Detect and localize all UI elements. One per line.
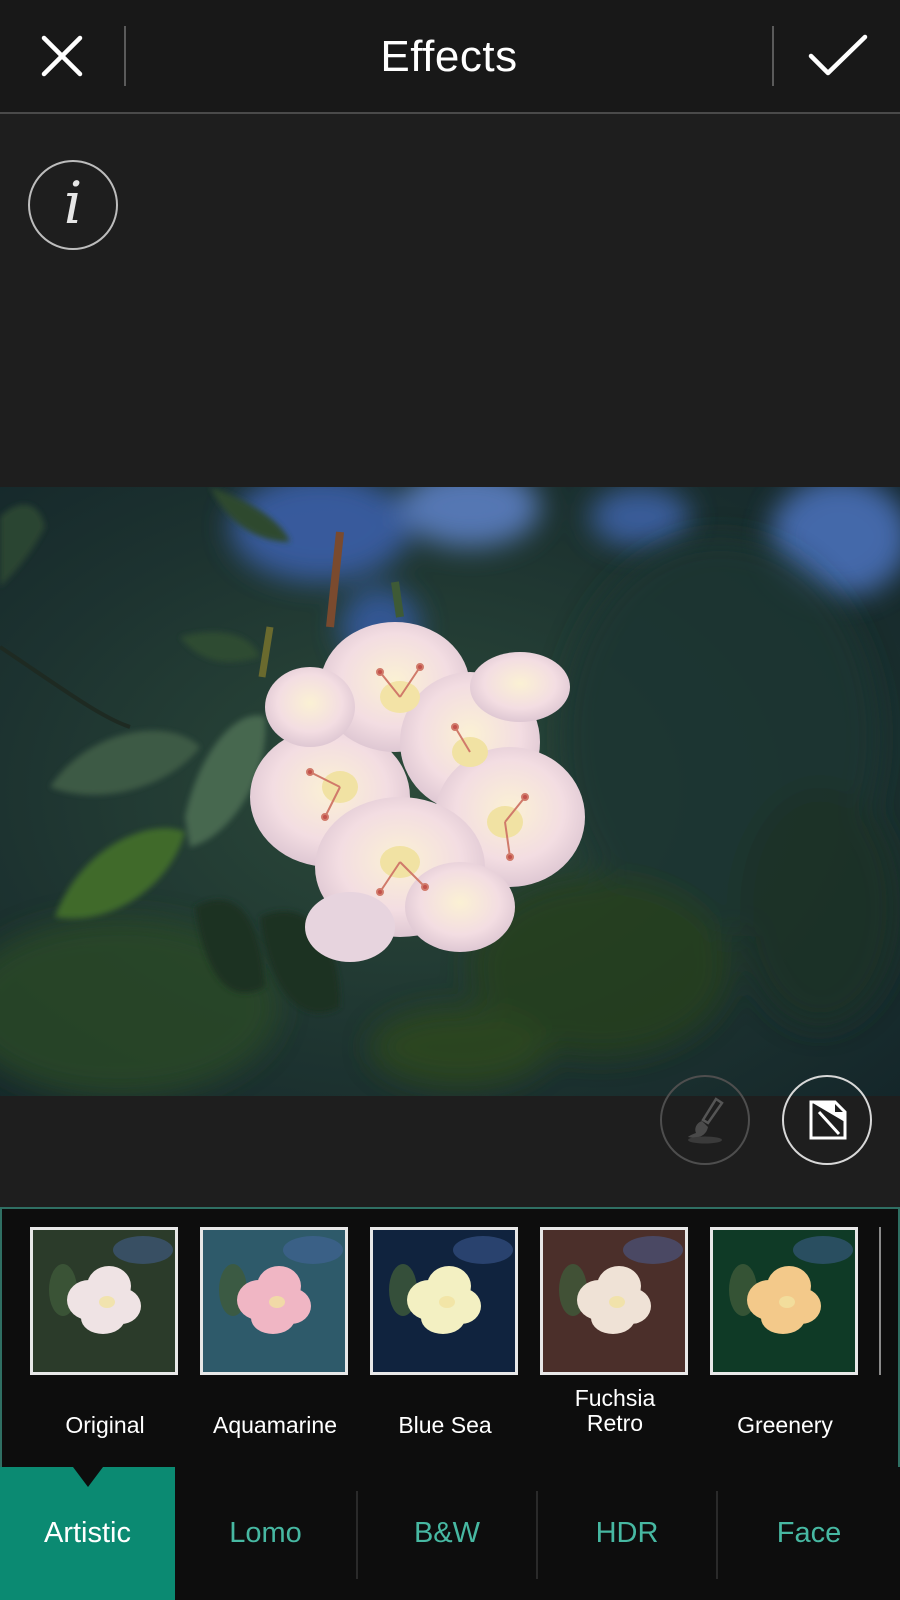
tab-bw[interactable]: B&W — [358, 1467, 536, 1600]
effects-strip: Original Aquamarine Blue Sea Fuchsia Retro G… — [0, 1207, 900, 1468]
effect-label: Blue Sea — [398, 1411, 492, 1438]
apply-button[interactable] — [796, 16, 880, 96]
info-button[interactable]: i — [28, 160, 118, 250]
tab-lomo[interactable]: Lomo — [175, 1467, 356, 1600]
effect-label: Greenery — [737, 1411, 833, 1438]
effect-label: Aquamarine — [212, 1411, 338, 1438]
effect-thumbnail[interactable] — [540, 1227, 688, 1375]
effect-thumbnail[interactable] — [710, 1227, 858, 1375]
photo-preview[interactable] — [0, 487, 900, 1096]
compare-button[interactable] — [782, 1075, 872, 1165]
effect-thumbnail[interactable] — [200, 1227, 348, 1375]
effect-item[interactable]: Blue Sea — [370, 1227, 520, 1451]
effect-thumbnail[interactable] — [30, 1227, 178, 1375]
effect-item[interactable]: Greenery — [710, 1227, 860, 1451]
tab-hdr[interactable]: HDR — [538, 1467, 716, 1600]
brush-icon — [688, 1097, 724, 1144]
close-icon — [41, 35, 83, 77]
category-tabs: Artistic Lomo B&W HDR Face — [0, 1467, 900, 1600]
active-tab-pointer — [73, 1467, 103, 1487]
tab-face[interactable]: Face — [718, 1467, 900, 1600]
effect-label: Original — [65, 1411, 145, 1438]
page-title: Effects — [380, 32, 518, 81]
effect-label: Fuchsia Retro — [574, 1385, 656, 1436]
effect-item[interactable]: Aquamarine — [200, 1227, 350, 1451]
compare-icon — [809, 1100, 847, 1140]
top-bar: Effects — [0, 0, 900, 114]
effect-item[interactable]: Fuchsia Retro — [540, 1227, 690, 1437]
canvas-area: i — [0, 116, 900, 1206]
close-button[interactable] — [20, 16, 104, 96]
flower-photo — [0, 487, 900, 1096]
scroll-edge — [879, 1227, 881, 1375]
divider — [772, 26, 774, 86]
effect-item[interactable]: Original — [30, 1227, 180, 1451]
brush-button[interactable] — [660, 1075, 750, 1165]
effect-thumbnail[interactable] — [370, 1227, 518, 1375]
checkmark-icon — [808, 34, 868, 76]
info-icon: i — [63, 169, 83, 237]
